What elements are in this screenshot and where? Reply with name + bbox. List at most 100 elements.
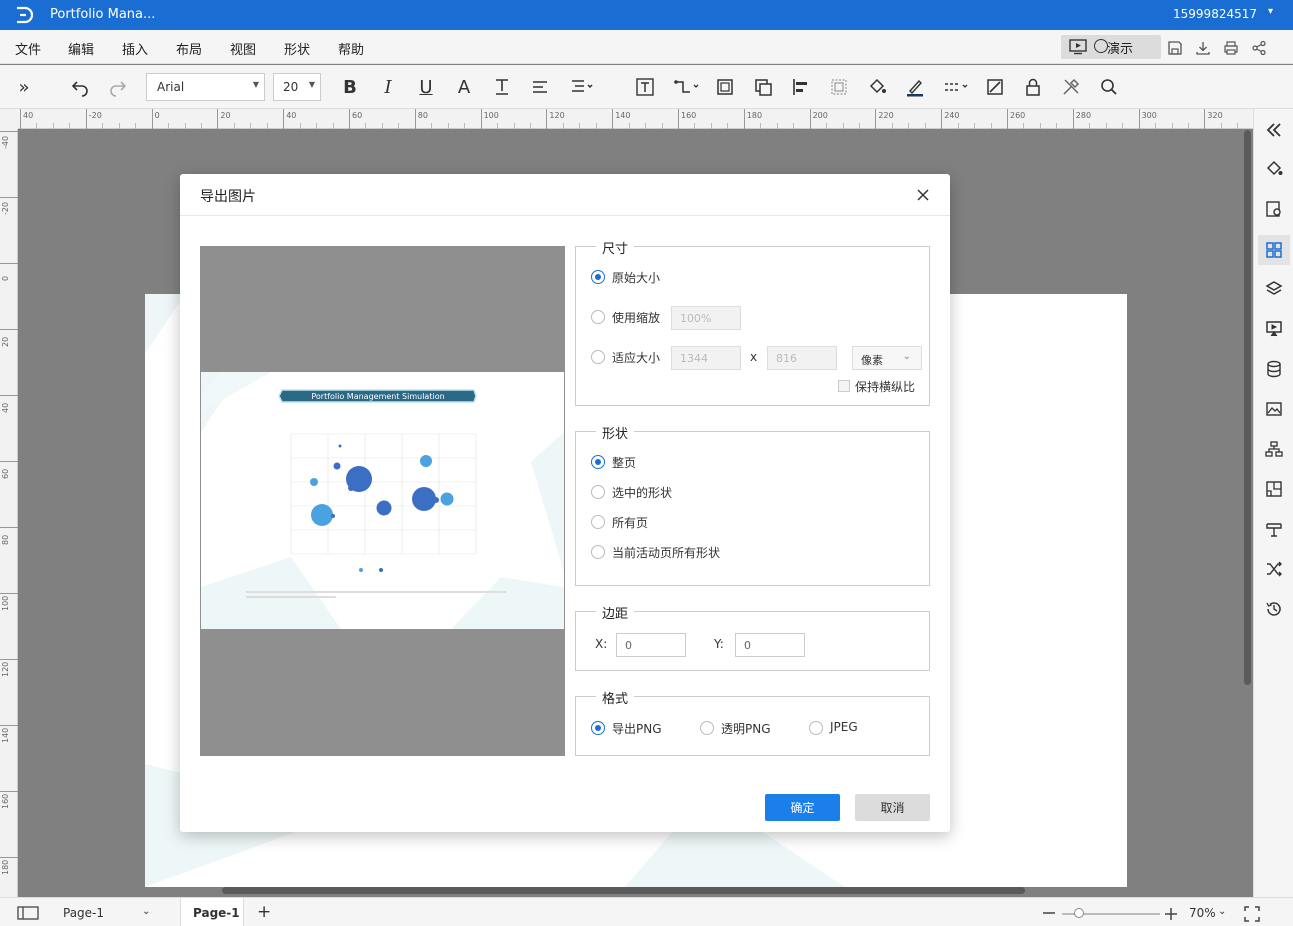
screen-play-icon[interactable] xyxy=(1069,39,1087,55)
layers-icon[interactable] xyxy=(1265,280,1283,298)
search-icon[interactable] xyxy=(1099,77,1119,97)
original-size-label[interactable]: 原始大小 xyxy=(612,269,660,286)
menu-shape[interactable]: 形状 xyxy=(284,39,310,58)
original-size-radio[interactable] xyxy=(591,270,605,284)
line-color-icon[interactable] xyxy=(905,77,925,97)
document-title[interactable]: Portfolio Mana... xyxy=(50,7,155,22)
align-left-icon[interactable] xyxy=(791,77,811,97)
use-scale-label[interactable]: 使用缩放 xyxy=(612,309,660,326)
underline-icon[interactable]: U xyxy=(416,77,436,98)
fill-color-icon[interactable] xyxy=(867,77,887,97)
page-tab[interactable]: Page-1 xyxy=(180,898,244,926)
download-icon[interactable] xyxy=(1195,40,1211,56)
fit-size-label[interactable]: 适应大小 xyxy=(612,349,660,366)
confirm-button[interactable]: 确定 xyxy=(765,794,840,821)
image-icon[interactable] xyxy=(1265,400,1283,418)
tools-icon[interactable] xyxy=(1061,77,1081,97)
menu-view[interactable]: 视图 xyxy=(230,39,256,58)
font-family-select[interactable]: Arial ▼ xyxy=(146,73,265,101)
close-icon[interactable] xyxy=(915,187,931,203)
collapse-panel-icon[interactable] xyxy=(1265,121,1283,139)
fit-size-radio[interactable] xyxy=(591,350,605,364)
edit-shape-icon[interactable] xyxy=(985,77,1005,97)
font-size-select[interactable]: 20 ▼ xyxy=(273,73,321,101)
page-select[interactable]: Page-1 xyxy=(63,906,104,920)
all-pages-label[interactable]: 所有页 xyxy=(612,514,648,531)
add-page-button[interactable]: + xyxy=(257,902,271,922)
zoom-level[interactable]: 70% xyxy=(1189,906,1216,920)
whole-page-label[interactable]: 整页 xyxy=(612,454,636,471)
transparent-png-radio[interactable] xyxy=(700,721,714,735)
container-icon[interactable] xyxy=(715,77,735,97)
expand-panel-icon[interactable]: » xyxy=(14,77,34,98)
selected-shapes-label[interactable]: 选中的形状 xyxy=(612,484,672,501)
selected-shapes-radio[interactable] xyxy=(591,485,605,499)
floor-plan-icon[interactable] xyxy=(1265,480,1283,498)
line-spacing-icon[interactable] xyxy=(570,77,596,97)
export-png-label[interactable]: 导出PNG xyxy=(612,720,662,737)
data-icon[interactable] xyxy=(1265,360,1283,378)
active-page-shapes-radio[interactable] xyxy=(591,545,605,559)
table-format-icon[interactable] xyxy=(1265,520,1283,538)
menu-layout[interactable]: 布局 xyxy=(176,39,202,58)
share-icon[interactable] xyxy=(1251,40,1267,56)
user-account[interactable]: 15999824517 xyxy=(1173,7,1257,21)
unit-select[interactable]: 像素 ⌄ xyxy=(852,346,922,370)
symbol-library-icon[interactable] xyxy=(1265,241,1283,259)
fullscreen-icon[interactable] xyxy=(1244,906,1260,922)
scale-input[interactable]: 100% xyxy=(671,306,741,330)
whole-page-radio[interactable] xyxy=(591,455,605,469)
active-page-shapes-label[interactable]: 当前活动页所有形状 xyxy=(612,544,720,561)
horizontal-ruler[interactable]: 40 -20 0 20 40 60 80 100 120 140 160 180 200 220 240 26… xyxy=(18,109,1255,129)
group-icon[interactable] xyxy=(829,77,849,97)
transparent-png-label[interactable]: 透明PNG xyxy=(721,720,771,737)
margin-x-input[interactable]: 0 xyxy=(616,633,686,657)
jpeg-radio[interactable] xyxy=(809,721,823,735)
undo-icon[interactable] xyxy=(70,77,90,97)
zoom-in-icon[interactable] xyxy=(1164,907,1178,921)
line-style-icon[interactable] xyxy=(943,77,971,97)
app-logo-icon[interactable] xyxy=(14,5,34,25)
lock-icon[interactable] xyxy=(1023,77,1043,97)
fill-style-icon[interactable] xyxy=(1265,160,1283,178)
menu-file[interactable]: 文件 xyxy=(15,39,41,58)
menu-help[interactable]: 帮助 xyxy=(338,39,364,58)
horizontal-scrollbar[interactable] xyxy=(222,887,1025,894)
presentation-icon[interactable] xyxy=(1265,320,1283,338)
all-pages-radio[interactable] xyxy=(591,515,605,529)
arrange-icon[interactable] xyxy=(753,77,773,97)
zoom-out-icon[interactable] xyxy=(1042,911,1056,915)
keep-ratio-label[interactable]: 保持横纵比 xyxy=(855,378,915,395)
export-png-radio[interactable] xyxy=(591,721,605,735)
vertical-ruler[interactable]: -40 -20 0 20 40 60 80 100 120 140 160 180 xyxy=(0,129,18,897)
chevron-down-icon[interactable]: ⌄ xyxy=(142,906,150,917)
align-icon[interactable] xyxy=(530,77,550,97)
history-icon[interactable] xyxy=(1265,600,1283,618)
redo-icon[interactable] xyxy=(108,77,128,97)
page-settings-icon[interactable] xyxy=(1265,200,1283,218)
italic-icon[interactable]: I xyxy=(378,77,398,98)
menu-edit[interactable]: 编辑 xyxy=(68,39,94,58)
play-icon[interactable] xyxy=(1094,39,1108,53)
keep-ratio-checkbox[interactable] xyxy=(838,380,850,392)
menu-insert[interactable]: 插入 xyxy=(122,39,148,58)
height-input[interactable]: 816 xyxy=(767,346,837,370)
save-icon[interactable] xyxy=(1167,40,1183,56)
zoom-slider-handle[interactable] xyxy=(1074,908,1084,918)
shuffle-icon[interactable] xyxy=(1265,560,1283,578)
vertical-scrollbar[interactable] xyxy=(1244,130,1251,685)
font-color-icon[interactable]: A xyxy=(454,77,474,98)
jpeg-label[interactable]: JPEG xyxy=(830,720,858,734)
org-chart-icon[interactable] xyxy=(1265,440,1283,458)
bold-icon[interactable]: B xyxy=(340,77,360,98)
page-panel-icon[interactable] xyxy=(17,906,39,920)
text-style-icon[interactable] xyxy=(492,77,512,97)
margin-y-input[interactable]: 0 xyxy=(735,633,805,657)
chevron-down-icon[interactable]: ⌄ xyxy=(1218,906,1226,917)
present-button[interactable]: 演示 xyxy=(1107,38,1133,57)
cancel-button[interactable]: 取消 xyxy=(855,794,930,821)
text-box-icon[interactable] xyxy=(635,77,655,97)
use-scale-radio[interactable] xyxy=(591,310,605,324)
chevron-down-icon[interactable]: ▾ xyxy=(1268,6,1273,17)
print-icon[interactable] xyxy=(1223,40,1239,56)
